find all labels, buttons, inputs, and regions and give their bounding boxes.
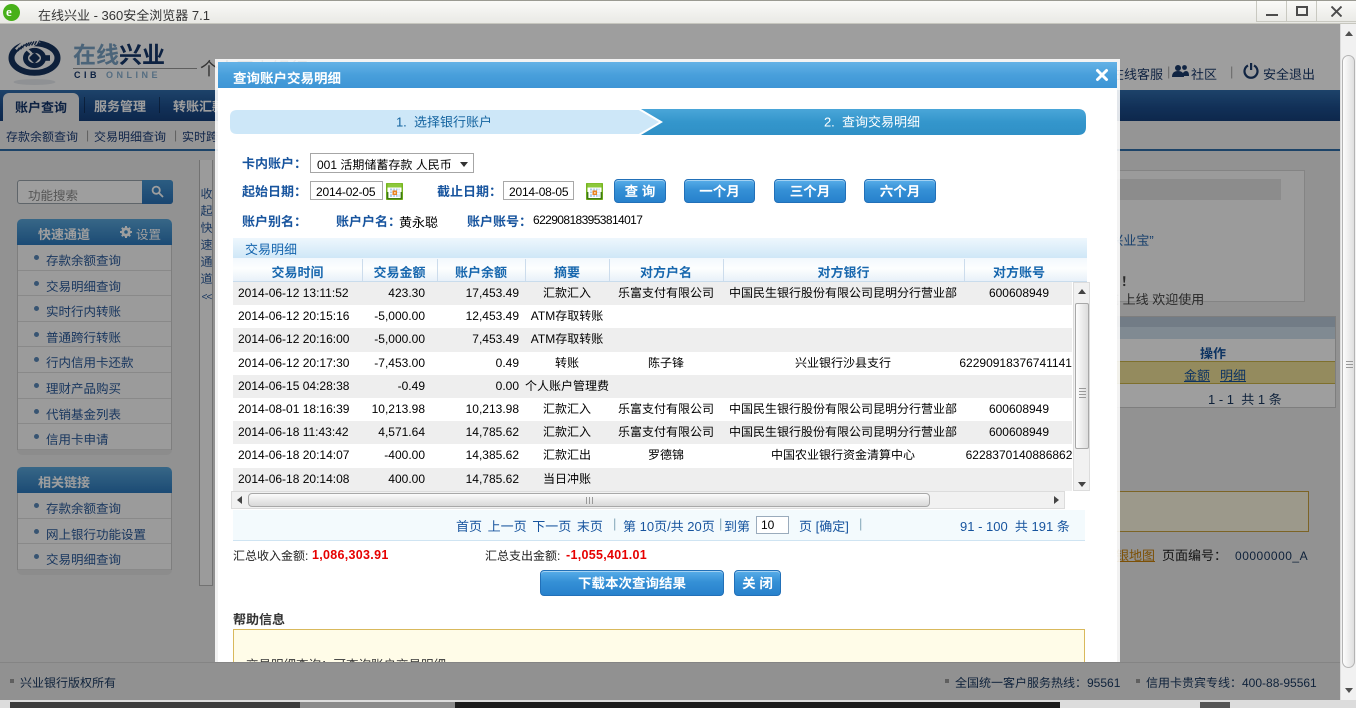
svg-text:1. 选择银行账户: 1. 选择银行账户	[396, 115, 492, 130]
svg-text:2. 查询交易明细: 2. 查询交易明细	[824, 115, 920, 130]
